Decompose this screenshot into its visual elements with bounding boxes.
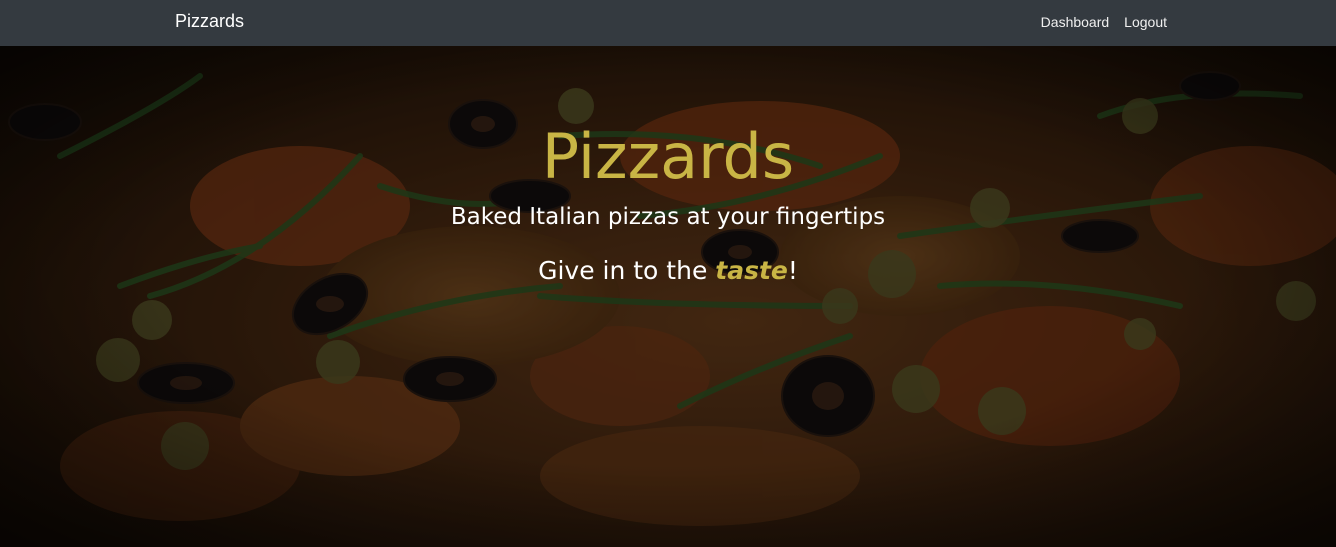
brand-link[interactable]: Pizzards: [175, 11, 244, 32]
hero-tagline: Give in to the taste!: [0, 256, 1336, 285]
nav-link-logout[interactable]: Logout: [1124, 14, 1167, 30]
tagline-before: Give in to the: [538, 256, 716, 285]
hero-title: Pizzards: [541, 120, 795, 193]
nav-link-dashboard[interactable]: Dashboard: [1041, 14, 1110, 30]
hero-section: Pizzards Baked Italian pizzas at your fi…: [0, 46, 1336, 547]
tagline-emphasis: taste: [715, 256, 788, 285]
nav-links: Dashboard Logout: [1041, 14, 1167, 30]
tagline-after: !: [787, 256, 798, 285]
hero-subtitle: Baked Italian pizzas at your fingertips: [450, 204, 886, 230]
top-navbar: Pizzards Dashboard Logout: [0, 0, 1336, 46]
